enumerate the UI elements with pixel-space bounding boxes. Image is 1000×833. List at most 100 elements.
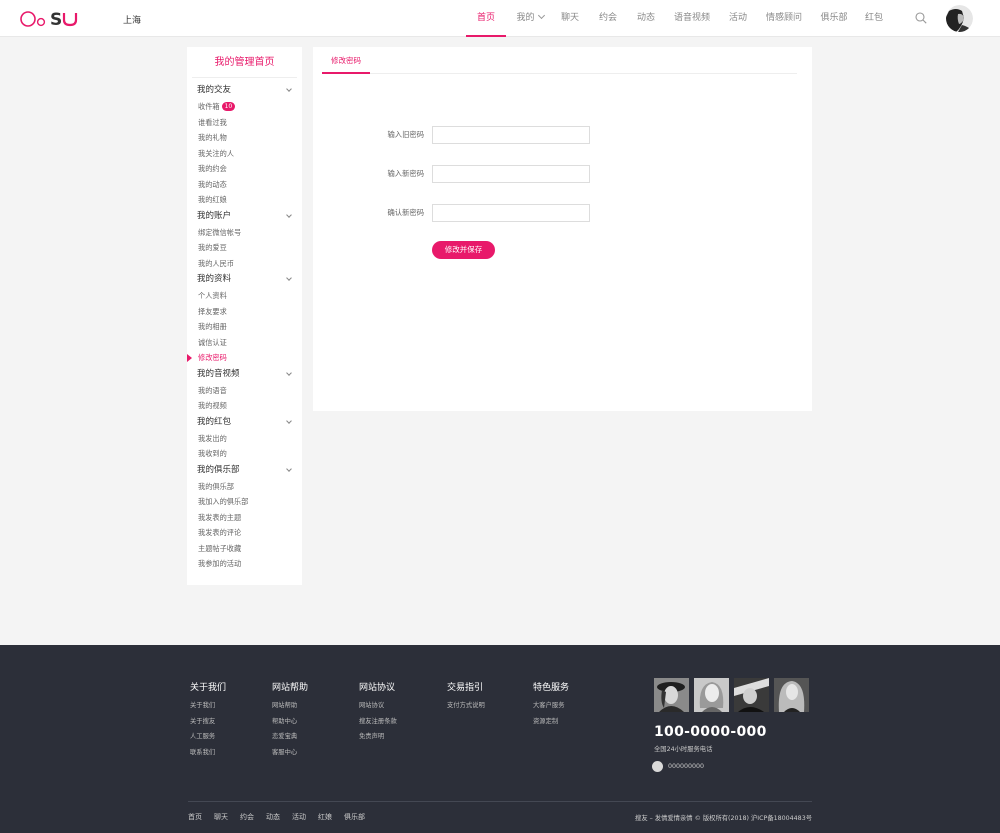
menu-item[interactable]: 我的约会 — [187, 161, 302, 177]
service-phone-note: 全国24小时服务电话 — [654, 746, 713, 753]
footer-col-title: 特色服务 — [533, 683, 570, 693]
menu-group-club[interactable]: 我的俱乐部 — [187, 462, 302, 479]
chevron-down-icon — [286, 465, 292, 472]
menu-item[interactable]: 我的动态 — [187, 177, 302, 193]
menu-item[interactable]: 绑定微信帐号 — [187, 225, 302, 241]
footer-link[interactable]: 网站协议 — [359, 698, 397, 714]
nav-dating[interactable]: 约会 — [594, 0, 622, 37]
menu-group-profile[interactable]: 我的资料 — [187, 271, 302, 288]
svg-text:S: S — [50, 10, 62, 28]
footer-link[interactable]: 帮助中心 — [272, 714, 308, 730]
menu-group-media[interactable]: 我的音视频 — [187, 366, 302, 383]
city-selector[interactable]: 上海 — [123, 13, 141, 26]
footer-nav-link[interactable]: 俱乐部 — [344, 812, 365, 822]
member-photo[interactable] — [734, 678, 769, 712]
footer-link[interactable]: 关于搜友 — [190, 714, 226, 730]
footer-link[interactable]: 人工服务 — [190, 729, 226, 745]
footer-link[interactable]: 免责声明 — [359, 729, 397, 745]
new-password-field[interactable] — [432, 165, 590, 183]
user-avatar[interactable] — [946, 5, 973, 32]
menu-item[interactable]: 我关注的人 — [187, 146, 302, 162]
footer-link[interactable]: 关于我们 — [190, 698, 226, 714]
old-password-row: 输入旧密码 — [313, 126, 812, 144]
chevron-down-icon — [286, 417, 292, 424]
footer-nav-link[interactable]: 动态 — [266, 812, 280, 822]
nav-chat[interactable]: 聊天 — [556, 0, 584, 37]
footer-nav-link[interactable]: 聊天 — [214, 812, 228, 822]
menu-item[interactable]: 我的俱乐部 — [187, 479, 302, 495]
footer-link[interactable]: 搜友注册条款 — [359, 714, 397, 730]
old-password-field[interactable] — [432, 126, 590, 144]
main-nav: 首页 我的 聊天 约会 动态 语音视频 活动 情感顾问 俱乐部 红包 — [466, 0, 888, 37]
nav-counselor[interactable]: 情感顾问 — [762, 0, 806, 37]
menu-item[interactable]: 我发表的主题 — [187, 510, 302, 526]
site-footer: 关于我们 关于我们 关于搜友 人工服务 联系我们 网站帮助 网站帮助 帮助中心 … — [0, 645, 1000, 833]
new-password-row: 输入新密码 — [313, 165, 812, 183]
footer-col-help: 网站帮助 网站帮助 帮助中心 恋爱宝典 客服中心 — [272, 682, 308, 760]
menu-item[interactable]: 我的爱豆 — [187, 240, 302, 256]
member-photo[interactable] — [654, 678, 689, 712]
qq-contact[interactable]: 000000000 — [652, 761, 704, 772]
confirm-password-field[interactable] — [432, 204, 590, 222]
nav-home[interactable]: 首页 — [466, 0, 506, 37]
footer-link[interactable]: 客服中心 — [272, 745, 308, 761]
copyright-text: 搜友 – 发情爱情亲情 © 版权所有(2018) 沪ICP备18004483号 — [635, 815, 812, 822]
menu-item[interactable]: 我加入的俱乐部 — [187, 494, 302, 510]
menu-item[interactable]: 个人资料 — [187, 288, 302, 304]
menu-item[interactable]: 我的语音 — [187, 383, 302, 399]
footer-col-services: 特色服务 大客户服务 资源定制 — [533, 682, 569, 729]
footer-link[interactable]: 网站帮助 — [272, 698, 308, 714]
menu-item[interactable]: 我的相册 — [187, 319, 302, 335]
nav-club[interactable]: 俱乐部 — [816, 0, 852, 37]
menu-item-change-password[interactable]: 修改密码 — [187, 350, 302, 366]
menu-group-friends[interactable]: 我的交友 — [187, 82, 302, 99]
sidebar-title[interactable]: 我的管理首页 — [192, 47, 297, 78]
footer-nav-link[interactable]: 红娘 — [318, 812, 332, 822]
footer-col-title: 网站帮助 — [272, 683, 309, 693]
nav-voice-video[interactable]: 语音视频 — [670, 0, 714, 37]
menu-item[interactable]: 诚信认证 — [187, 335, 302, 351]
footer-col-title: 交易指引 — [447, 683, 484, 693]
footer-nav-link[interactable]: 约会 — [240, 812, 254, 822]
footer-link[interactable]: 恋爱宝典 — [272, 729, 308, 745]
site-logo[interactable]: S — [20, 8, 86, 28]
menu-item[interactable]: 我发出的 — [187, 431, 302, 447]
menu-item[interactable]: 谁看过我 — [187, 115, 302, 131]
nav-mine[interactable]: 我的 — [510, 0, 550, 37]
menu-item[interactable]: 我的礼物 — [187, 130, 302, 146]
member-photo[interactable] — [694, 678, 729, 712]
footer-link[interactable]: 大客户服务 — [533, 698, 569, 714]
footer-link[interactable]: 联系我们 — [190, 745, 226, 761]
menu-item[interactable]: 择友要求 — [187, 304, 302, 320]
menu-group-red-packet[interactable]: 我的红包 — [187, 414, 302, 431]
menu-item[interactable]: 我的红娘 — [187, 192, 302, 208]
footer-nav-link[interactable]: 首页 — [188, 812, 202, 822]
new-password-label: 输入新密码 — [387, 169, 424, 178]
sidebar: 我的管理首页 我的交友 收件箱 10 谁看过我 我的礼物 我关注的人 我的约会 我… — [187, 47, 302, 585]
confirm-password-label: 确认新密码 — [387, 208, 424, 217]
menu-item[interactable]: 我参加的活动 — [187, 556, 302, 572]
footer-photos — [654, 678, 809, 712]
confirm-password-row: 确认新密码 — [313, 204, 812, 222]
nav-activities[interactable]: 活动 — [724, 0, 752, 37]
tab-change-password[interactable]: 修改密码 — [322, 47, 370, 74]
chevron-down-icon — [286, 211, 292, 218]
save-button[interactable]: 修改并保存 — [432, 241, 495, 259]
nav-red-packet[interactable]: 红包 — [860, 0, 888, 37]
menu-group-account[interactable]: 我的账户 — [187, 208, 302, 225]
footer-link[interactable]: 支付方式说明 — [447, 698, 485, 714]
menu-item[interactable]: 我的人民币 — [187, 256, 302, 272]
nav-moments[interactable]: 动态 — [632, 0, 660, 37]
menu-item[interactable]: 主题帖子收藏 — [187, 541, 302, 557]
search-icon[interactable] — [915, 12, 927, 24]
footer-col-agreement: 网站协议 网站协议 搜友注册条款 免责声明 — [359, 682, 397, 745]
menu-item[interactable]: 我的视频 — [187, 398, 302, 414]
footer-link[interactable]: 资源定制 — [533, 714, 569, 730]
menu-item-inbox[interactable]: 收件箱 10 — [187, 99, 302, 115]
member-photo[interactable] — [774, 678, 809, 712]
menu-item[interactable]: 我收到的 — [187, 446, 302, 462]
menu-item[interactable]: 我发表的评论 — [187, 525, 302, 541]
footer-nav-link[interactable]: 活动 — [292, 812, 306, 822]
footer-col-title: 关于我们 — [190, 683, 227, 693]
footer-col-title: 网站协议 — [359, 683, 396, 693]
